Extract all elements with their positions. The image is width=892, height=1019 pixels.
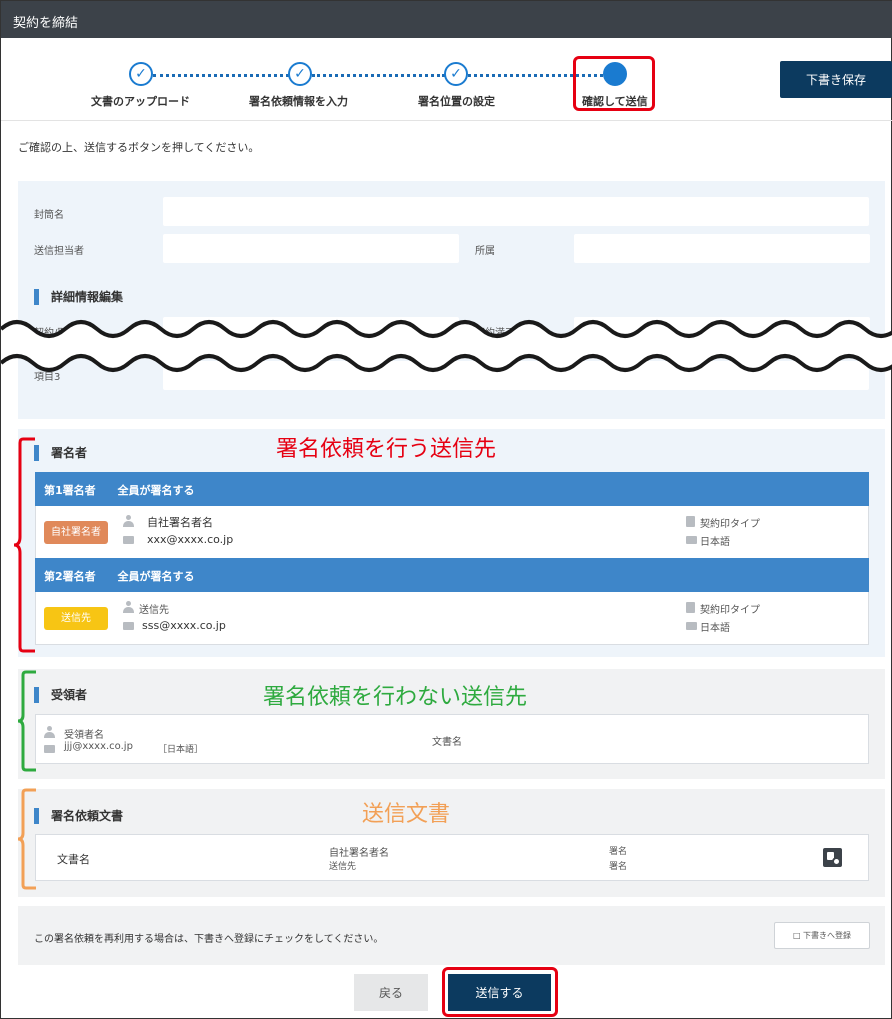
instruction-text: ご確認の上、送信するボタンを押してください。 [18,141,260,154]
person-icon [44,726,55,738]
step-label-sign-position[interactable]: 署名位置の設定 [418,93,495,109]
signers-bracket [13,437,35,653]
recipient-doc-label: 文書名 [432,737,462,748]
document-role-1: 署名 [609,847,628,857]
person-icon [123,601,134,613]
envelope-name-field[interactable] [163,197,869,226]
recipient-language: ［日本語］ [158,745,204,755]
signer-2-header: 第2署名者 全員が署名する [35,558,869,592]
document-signer-1: 自社署名者名 [329,848,389,859]
signer-2-body: 送信先 送信先 sss@xxxx.co.jp 契約印タイプ 日本語 [35,592,869,645]
step-label-request-info[interactable]: 署名依頼情報を入力 [249,93,348,109]
signers-heading: 署名者 [34,445,87,461]
document-row: 文書名 自社署名者名 送信先 署名 署名 [35,834,869,881]
reuse-panel: この署名依頼を再利用する場合は、下書きへ登録にチェックをしてください。 [18,906,885,965]
step-connector [153,74,289,77]
signer-1-stamp-type: 契約印タイプ [700,519,760,530]
document-preview-icon[interactable] [823,848,842,867]
sender-field[interactable] [163,234,459,263]
signer-1-email: xxx@xxxx.co.jp [147,533,234,546]
signer-2-order: 第2署名者 [44,570,96,583]
reuse-text: この署名依頼を再利用する場合は、下書きへ登録にチェックをしてください。 [34,934,384,945]
signer-1-order: 第1署名者 [44,484,96,497]
sender-label: 送信担当者 [34,246,84,257]
mail-icon [123,536,134,544]
window-frame: 契約を締結 ✓ ✓ ✓ 文書のアップロード 署名依頼情報を入力 署名位置の設定 … [0,0,892,1019]
signer-2-email: sss@xxxx.co.jp [142,619,226,632]
window-title: 契約を締結 [1,1,892,38]
step-2-check-icon: ✓ [288,62,312,86]
signer-2-badge: 送信先 [44,607,108,630]
stepper: ✓ ✓ ✓ 文書のアップロード 署名依頼情報を入力 署名位置の設定 確認して送信… [1,38,892,121]
stamp-doc-icon [686,516,695,527]
signer-2-stamp-type: 契約印タイプ [700,605,760,616]
recipients-bracket [17,670,36,772]
signers-annotation: 署名依頼を行う送信先 [276,437,497,462]
mail-icon [123,622,134,630]
stamp-doc-icon [686,602,695,613]
signer-2-mode: 全員が署名する [117,570,195,583]
mail-icon [44,745,55,753]
recipients-heading: 受領者 [34,687,87,703]
affiliation-label: 所属 [475,246,495,257]
draft-save-button[interactable]: 下書き保存 [780,61,892,98]
signer-1-mode: 全員が署名する [117,484,195,497]
document-signer-2: 送信先 [329,862,357,872]
send-button-highlight [442,967,558,1017]
document-role-2: 署名 [609,862,628,872]
signer-2-name: 送信先 [139,605,169,616]
step-3-check-icon: ✓ [444,62,468,86]
recipients-annotation: 署名依頼を行わない送信先 [263,685,528,710]
signer-1-language: 日本語 [700,537,730,548]
omission-wave [1,320,892,372]
affiliation-field[interactable] [574,234,870,263]
recipient-email: jjj@xxxx.co.jp [64,741,133,752]
recipient-row: 受領者名 jjj@xxxx.co.jp ［日本語］ 文書名 [35,714,869,764]
documents-heading: 署名依頼文書 [34,808,123,824]
language-mail-icon [686,622,697,630]
detail-heading: 詳細情報編集 [34,289,123,305]
signer-1-badge: 自社署名者 [44,521,108,544]
documents-bracket [17,788,36,890]
envelope-name-label: 封筒名 [34,210,64,221]
signer-2-language: 日本語 [700,623,730,634]
language-mail-icon [686,536,697,544]
signer-1-header: 第1署名者 全員が署名する [35,472,869,506]
signer-1-name: 自社署名者名 [147,516,213,529]
save-as-draft-checkbox[interactable]: □ 下書きへ登録 [774,922,870,949]
documents-annotation: 送信文書 [362,802,451,827]
current-step-highlight [573,56,655,111]
signer-1-body: 自社署名者 自社署名者名 xxx@xxxx.co.jp 契約印タイプ 日本語 [35,506,869,558]
document-name: 文書名 [57,853,90,866]
step-1-check-icon: ✓ [129,62,153,86]
envelope-info-panel: 封筒名 送信担当者 所属 詳細情報編集 契約/取引日 契約満了日 項目3 [18,181,885,419]
back-button[interactable]: 戻る [354,974,428,1011]
recipient-name: 受領者名 [64,730,104,741]
step-label-upload[interactable]: 文書のアップロード [91,93,190,109]
step-connector [312,74,445,77]
person-icon [123,515,134,527]
